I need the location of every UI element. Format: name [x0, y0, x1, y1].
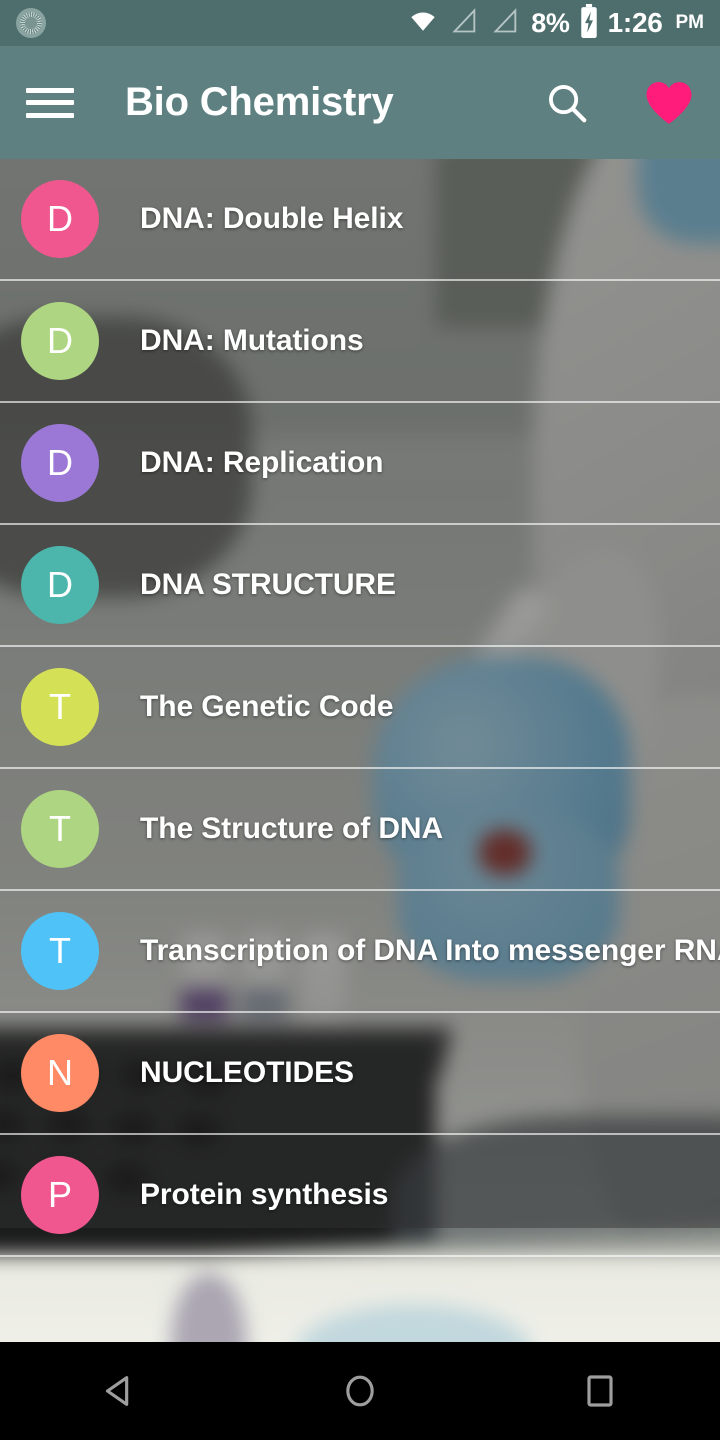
avatar-initial: T — [49, 808, 71, 849]
content-area: D DNA: Double Helix D DNA: Mutations D DNA: R… — [0, 159, 720, 1342]
list-item-title: The Structure of DNA — [140, 812, 444, 845]
status-bar: 8% 1:26 PM — [0, 0, 720, 46]
heart-icon[interactable] — [644, 78, 694, 128]
avatar: N — [21, 1034, 99, 1112]
avatar: D — [21, 302, 99, 380]
avatar-initial: D — [47, 442, 73, 483]
hamburger-bar — [26, 112, 74, 118]
avatar-initial: D — [47, 320, 73, 361]
list-item[interactable]: P Protein synthesis — [0, 1135, 720, 1257]
hamburger-menu-icon[interactable] — [26, 83, 74, 123]
list-item[interactable]: N NUCLEOTIDES — [0, 1013, 720, 1135]
avatar-initial: T — [49, 930, 71, 971]
list-item-title: DNA: Replication — [140, 446, 384, 479]
clock-ampm: PM — [675, 12, 705, 33]
list-item[interactable]: D DNA: Replication — [0, 403, 720, 525]
phone-screen: 8% 1:26 PM Bio Chemistry D DNA: Double H… — [0, 0, 720, 1440]
avatar: D — [21, 546, 99, 624]
avatar: D — [21, 424, 99, 502]
recents-square-icon[interactable] — [480, 1342, 720, 1440]
list-item[interactable]: T The Genetic Code — [0, 647, 720, 769]
avatar-initial: N — [47, 1052, 73, 1093]
status-bar-left — [16, 8, 46, 38]
avatar: P — [21, 1156, 99, 1234]
avatar: T — [21, 790, 99, 868]
avatar-initial: D — [47, 564, 73, 605]
list-item[interactable]: D DNA: Double Helix — [0, 159, 720, 281]
status-bar-right: 8% 1:26 PM — [406, 3, 705, 43]
back-triangle-icon[interactable] — [0, 1342, 240, 1440]
home-circle-icon[interactable] — [240, 1342, 480, 1440]
battery-percent-label: 8% — [531, 7, 570, 38]
list-item-title: Protein synthesis — [140, 1178, 389, 1211]
list-item-title: The Genetic Code — [140, 690, 394, 723]
list-item-title: NUCLEOTIDES — [140, 1056, 354, 1089]
cellular-signal-icon — [449, 7, 481, 40]
avatar: D — [21, 180, 99, 258]
page-title: Bio Chemistry — [125, 80, 394, 124]
android-navigation-bar — [0, 1342, 720, 1440]
battery-charging-icon — [579, 3, 599, 43]
app-bar-actions — [542, 78, 694, 128]
hamburger-bar — [26, 87, 74, 93]
topic-list[interactable]: D DNA: Double Helix D DNA: Mutations D DNA: R… — [0, 159, 720, 1257]
avatar-initial: D — [47, 198, 73, 239]
avatar: T — [21, 668, 99, 746]
list-item[interactable]: T Transcription of DNA Into messenger RNA — [0, 891, 720, 1013]
list-item[interactable]: D DNA STRUCTURE — [0, 525, 720, 647]
cellular-signal-icon — [490, 7, 522, 40]
loading-spinner-icon — [16, 8, 46, 38]
list-item-title: DNA: Double Helix — [140, 202, 404, 235]
list-item-title: DNA STRUCTURE — [140, 568, 396, 601]
wifi-icon — [406, 8, 440, 39]
clock-time: 1:26 — [607, 7, 663, 38]
avatar-initial: P — [47, 1174, 72, 1215]
app-bar: Bio Chemistry — [0, 46, 720, 159]
list-item-title: Transcription of DNA Into messenger RNA — [140, 934, 720, 967]
avatar: T — [21, 912, 99, 990]
list-item[interactable]: T The Structure of DNA — [0, 769, 720, 891]
avatar-initial: T — [49, 686, 71, 727]
list-item[interactable]: D DNA: Mutations — [0, 281, 720, 403]
list-item-title: DNA: Mutations — [140, 324, 364, 357]
search-icon[interactable] — [542, 78, 592, 128]
hamburger-bar — [26, 100, 74, 105]
